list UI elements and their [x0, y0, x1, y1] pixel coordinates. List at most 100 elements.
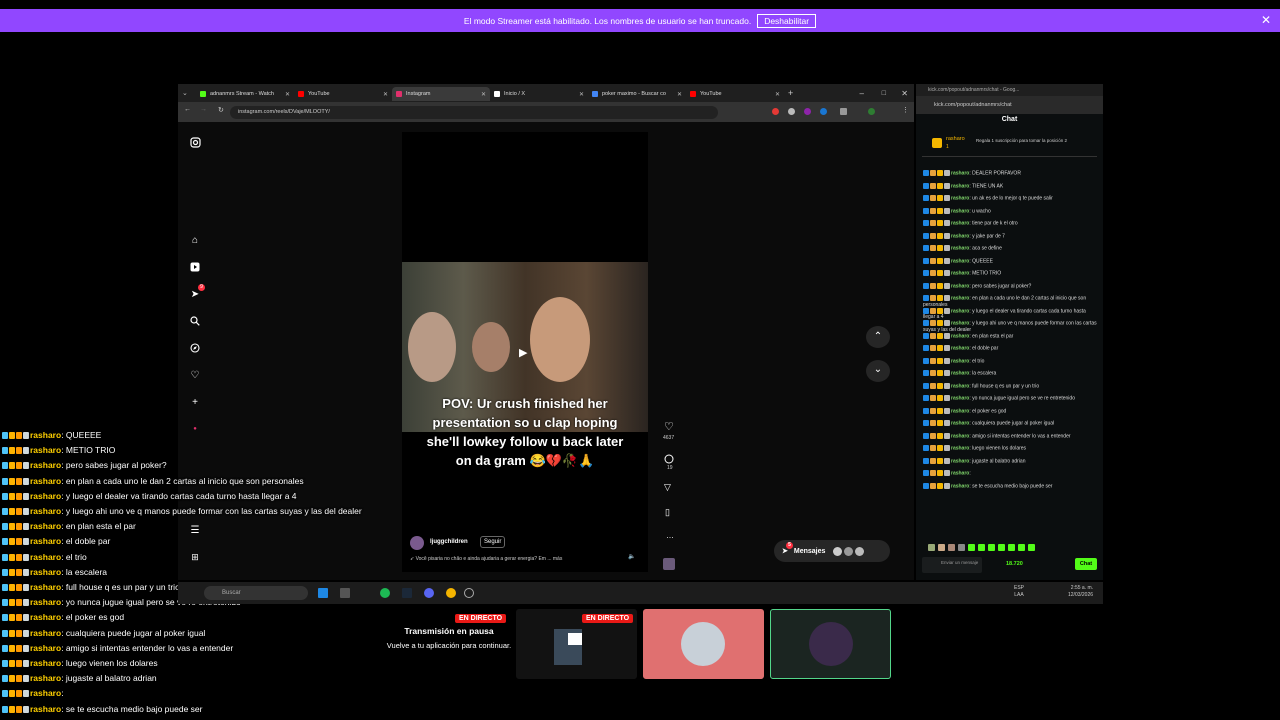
author-avatar[interactable]	[410, 536, 424, 550]
heart-icon[interactable]: ♡	[189, 369, 201, 381]
emote-icon[interactable]	[948, 544, 955, 551]
language-indicator[interactable]: ESP LAA	[1014, 585, 1024, 599]
taskbar-app-icon[interactable]	[340, 588, 350, 598]
forward-icon[interactable]: →	[200, 106, 207, 113]
participant-tile[interactable]	[643, 609, 764, 679]
chat-username[interactable]: rasharo	[951, 370, 969, 376]
explore-icon[interactable]	[189, 342, 201, 354]
maximize-icon[interactable]: □	[882, 90, 886, 97]
new-tab-icon[interactable]: +	[788, 88, 793, 98]
chat-username[interactable]: rasharo	[951, 483, 969, 489]
extensions-puzzle-icon[interactable]	[840, 108, 847, 115]
follow-button[interactable]: Seguir	[480, 536, 506, 548]
save-icon[interactable]: ▯	[665, 507, 670, 518]
browser-tab[interactable]: YouTube ✕	[294, 87, 392, 101]
like-icon[interactable]: ♡	[664, 420, 674, 433]
share-icon[interactable]: ▽	[664, 482, 671, 493]
chat-username[interactable]: rasharo	[951, 258, 969, 264]
close-tab-icon[interactable]: ✕	[579, 91, 584, 98]
author-name[interactable]: ljuggchildren	[430, 539, 468, 545]
search-icon[interactable]	[189, 315, 201, 327]
emote-icon[interactable]	[1028, 544, 1035, 551]
chat-username[interactable]: rasharo	[951, 358, 969, 364]
instagram-logo-icon[interactable]	[189, 136, 201, 148]
reels-icon[interactable]	[189, 261, 201, 273]
chat-username[interactable]: rasharo	[951, 170, 969, 176]
browser-tab[interactable]: YouTube ✕	[686, 87, 784, 101]
previous-reel-button[interactable]: ⌃	[866, 326, 890, 348]
obs-icon[interactable]	[464, 588, 474, 598]
send-chat-button[interactable]: Chat	[1075, 558, 1097, 570]
next-reel-button[interactable]: ⌄	[866, 360, 890, 382]
extension-icon[interactable]	[804, 108, 811, 115]
chat-username[interactable]: rasharo	[951, 470, 969, 476]
emote-icon[interactable]	[988, 544, 995, 551]
chat-username[interactable]: rasharo	[951, 433, 969, 439]
chat-username[interactable]: rasharo	[951, 208, 969, 214]
menu-icon[interactable]: ⋮	[902, 106, 909, 114]
browser-tab[interactable]: Instagram ✕	[392, 87, 490, 101]
chat-username[interactable]: rasharo	[951, 320, 969, 326]
chat-username[interactable]: rasharo	[951, 445, 969, 451]
emote-icon[interactable]	[998, 544, 1005, 551]
chat-username[interactable]: rasharo	[951, 183, 969, 189]
close-tab-icon[interactable]: ✕	[775, 91, 780, 98]
messenger-icon[interactable]: ➤ 9	[189, 284, 205, 300]
chat-username[interactable]: rasharo	[951, 283, 969, 289]
chat-username[interactable]: rasharo	[951, 220, 969, 226]
participant-tile-speaking[interactable]	[770, 609, 891, 679]
chat-username[interactable]: rasharo	[951, 333, 969, 339]
chat-username[interactable]: rasharo	[951, 458, 969, 464]
play-icon[interactable]: ▶	[519, 346, 527, 359]
emote-icon[interactable]	[1008, 544, 1015, 551]
close-window-icon[interactable]: ✕	[901, 89, 908, 98]
disable-streamer-mode-button[interactable]: Deshabilitar	[757, 13, 817, 28]
spotify-icon[interactable]	[380, 588, 390, 598]
threads-icon[interactable]: ⊞	[189, 551, 201, 563]
reload-icon[interactable]: ↻	[218, 106, 224, 114]
chat-username[interactable]: rasharo	[951, 233, 969, 239]
emote-icon[interactable]	[928, 544, 935, 551]
chat-input[interactable]: Enviar un mensaje	[922, 557, 982, 573]
taskbar-app-icon[interactable]	[318, 588, 328, 598]
emote-icon[interactable]	[938, 544, 945, 551]
chat-username[interactable]: rasharo	[951, 408, 969, 414]
close-tab-icon[interactable]: ✕	[285, 91, 290, 98]
chat-username[interactable]: rasharo	[951, 245, 969, 251]
discord-icon[interactable]	[424, 588, 434, 598]
chrome-icon[interactable]	[446, 588, 456, 598]
more-menu-icon[interactable]: ☰	[189, 524, 201, 536]
steam-icon[interactable]	[402, 588, 412, 598]
chat-username[interactable]: rasharo	[951, 295, 969, 301]
audio-thumbnail[interactable]	[663, 558, 675, 570]
chat-username[interactable]: rasharo	[951, 308, 969, 314]
clock[interactable]: 2:55 a. m. 12/03/2026	[1068, 585, 1093, 599]
taskbar-search[interactable]: Buscar	[204, 586, 308, 600]
emote-icon[interactable]	[958, 544, 965, 551]
chat-username[interactable]: rasharo	[951, 195, 969, 201]
tab-search-icon[interactable]: ⌄	[182, 89, 192, 97]
volume-icon[interactable]: 🔈	[628, 553, 635, 560]
chat-username[interactable]: rasharo	[951, 345, 969, 351]
chat-username[interactable]: rasharo	[951, 270, 969, 276]
chat-username[interactable]: rasharo	[951, 395, 969, 401]
emote-icon[interactable]	[1018, 544, 1025, 551]
close-tab-icon[interactable]: ✕	[481, 91, 486, 98]
profile-avatar[interactable]	[868, 108, 875, 115]
browser-tab[interactable]: Inicio / X ✕	[490, 87, 588, 101]
close-tab-icon[interactable]: ✕	[677, 91, 682, 98]
messages-button[interactable]: ➤ 5 Mensajes	[774, 540, 890, 562]
emote-icon[interactable]	[978, 544, 985, 551]
chat-username[interactable]: rasharo	[951, 383, 969, 389]
url-input[interactable]: instagram.com/reels/DVaje/MLOOTY/	[230, 105, 718, 119]
browser-tab[interactable]: adnanmrs Stream - Watch ✕	[196, 87, 294, 101]
chat-username[interactable]: rasharo	[951, 420, 969, 426]
more-options-icon[interactable]: …	[666, 531, 674, 540]
profile-icon[interactable]: ●	[189, 423, 201, 435]
reel-video[interactable]: ▶ POV: Ur crush finished her presentatio…	[402, 132, 648, 572]
emote-icon[interactable]	[968, 544, 975, 551]
extension-icon[interactable]	[788, 108, 795, 115]
minimize-icon[interactable]: –	[860, 89, 864, 98]
home-icon[interactable]: ⌂	[189, 234, 201, 246]
browser-tab[interactable]: poker maximo - Buscar co ✕	[588, 87, 686, 101]
